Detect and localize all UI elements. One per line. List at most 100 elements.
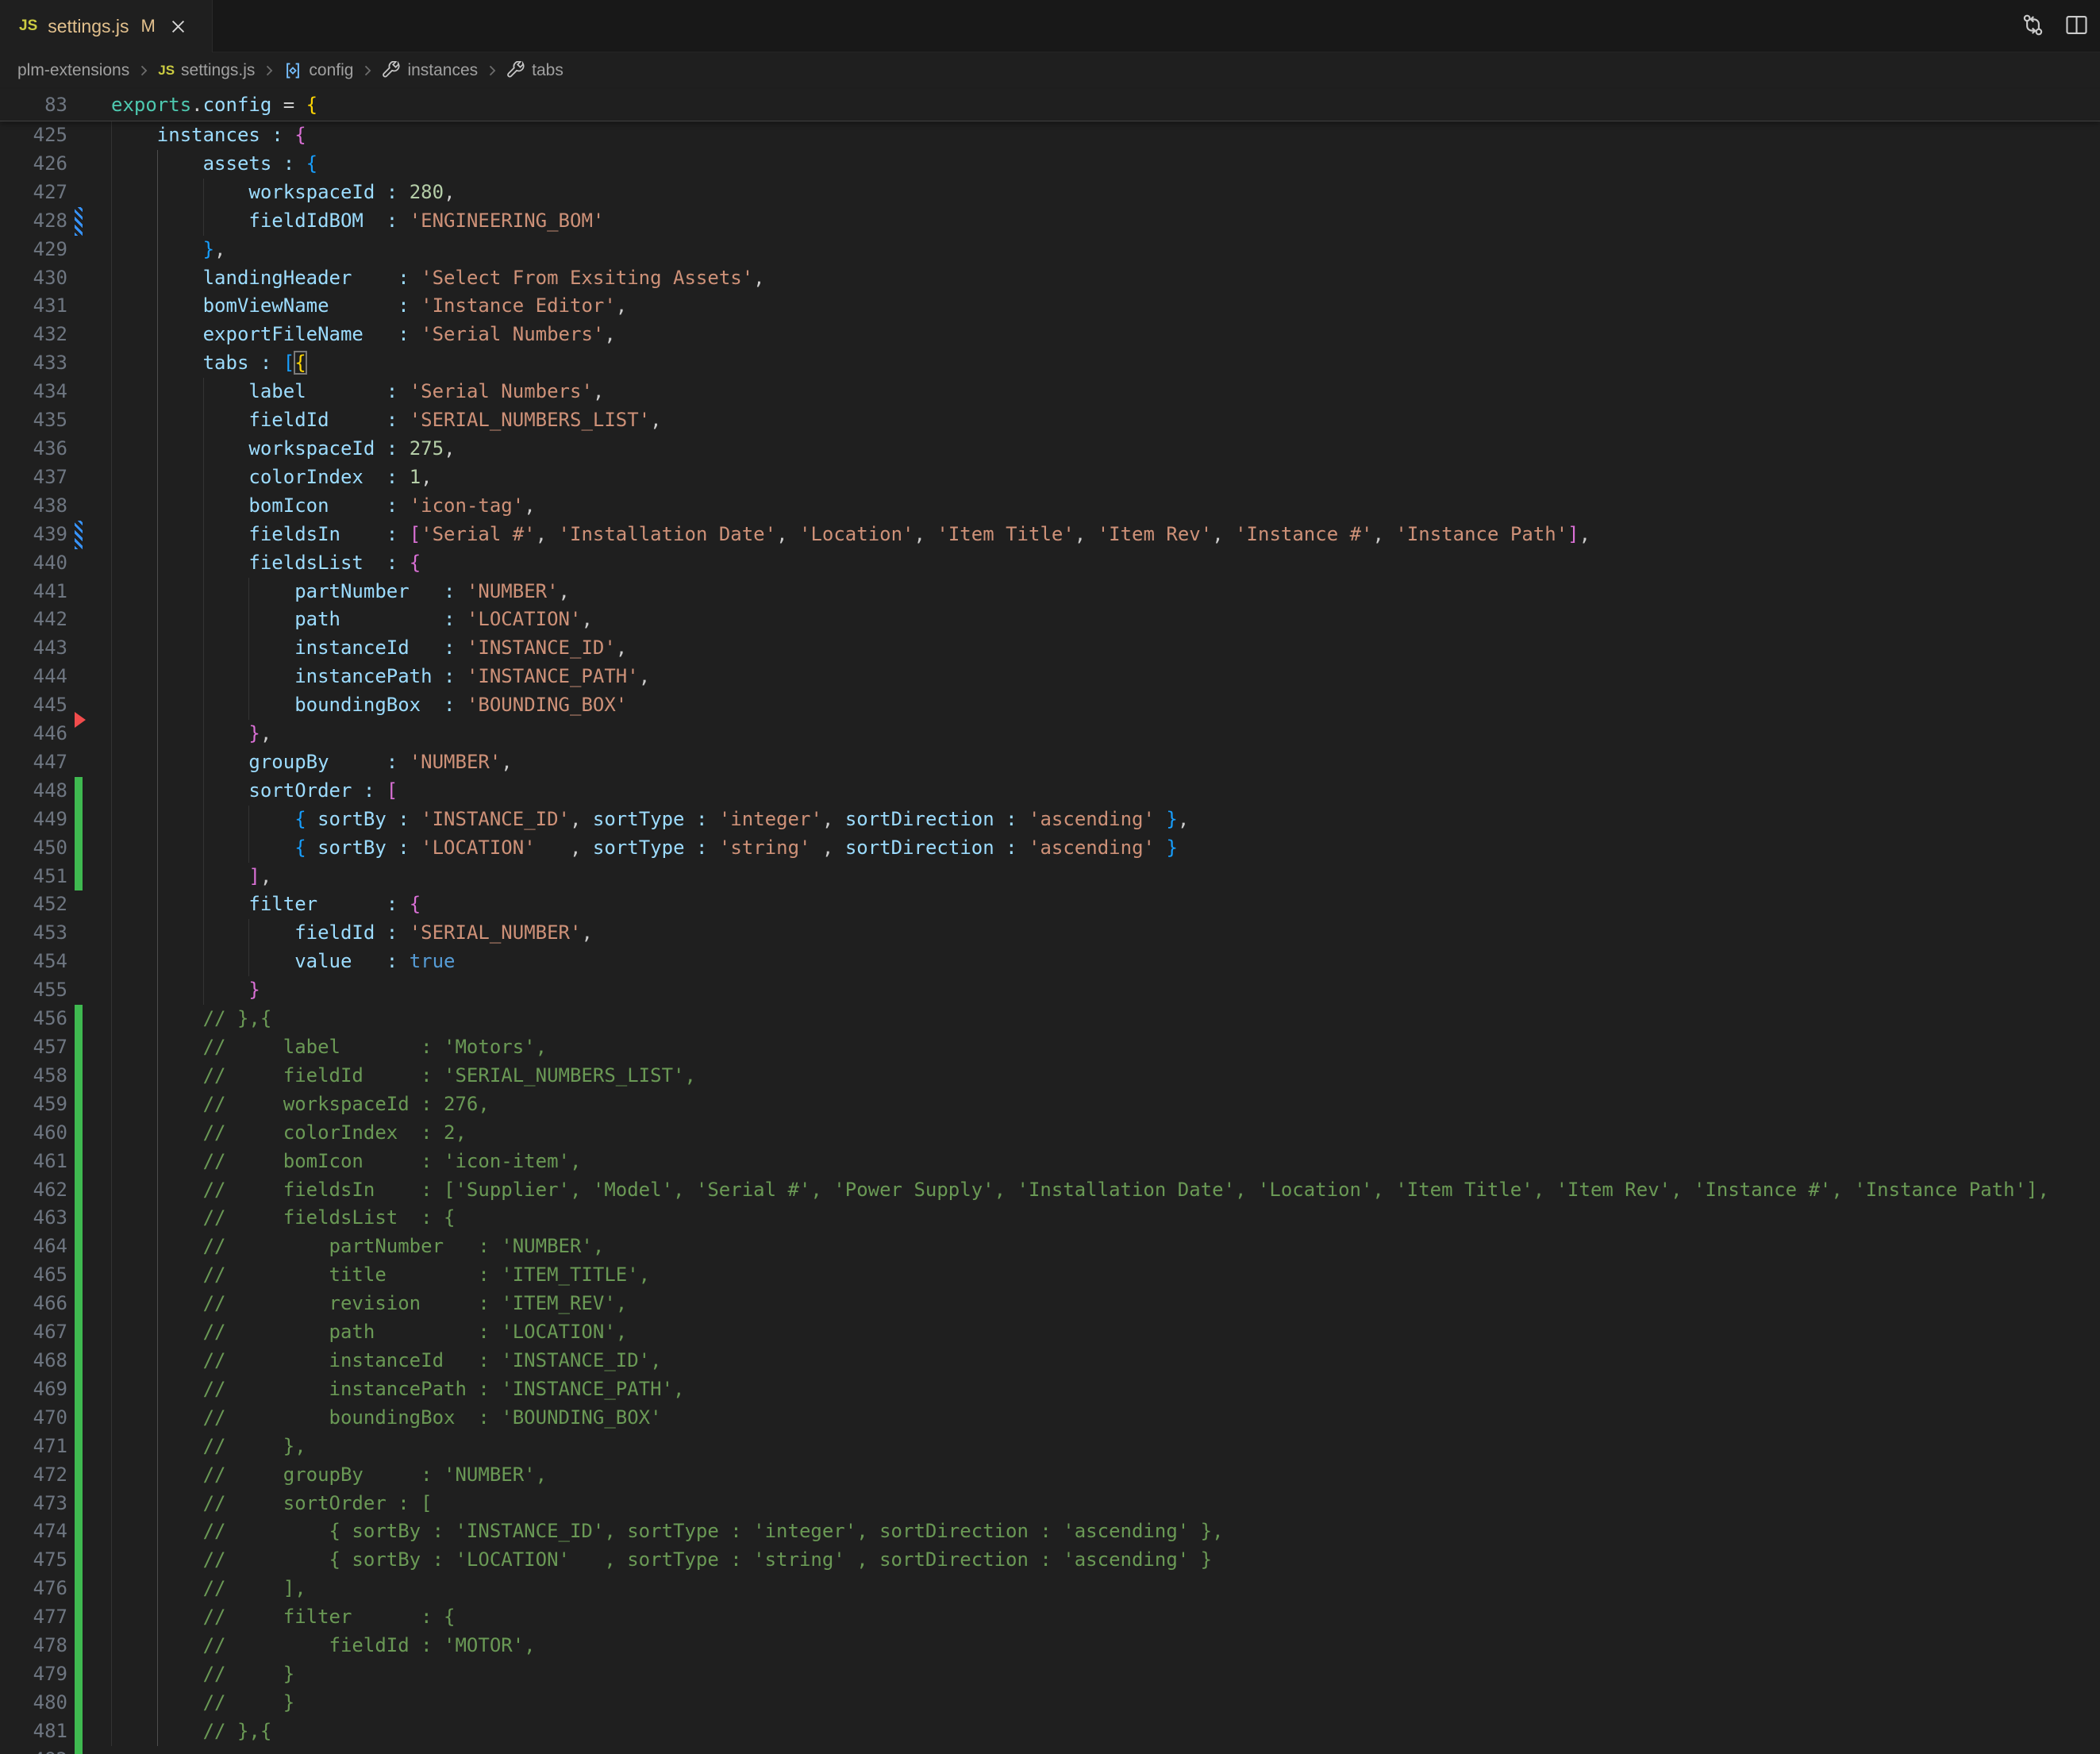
- git-gutter-added[interactable]: [75, 1546, 83, 1575]
- code-line[interactable]: 474 // { sortBy : 'INSTANCE_ID', sortTyp…: [0, 1517, 2100, 1546]
- code-line[interactable]: 478 // fieldId : 'MOTOR',: [0, 1632, 2100, 1660]
- code-line[interactable]: 472 // groupBy : 'NUMBER',: [0, 1461, 2100, 1490]
- code-line[interactable]: 440 fieldsList : {: [0, 549, 2100, 578]
- close-icon[interactable]: [169, 17, 187, 36]
- git-gutter-added[interactable]: [75, 1433, 83, 1461]
- line-number[interactable]: 443: [0, 634, 67, 663]
- code-line[interactable]: 448 sortOrder : [: [0, 777, 2100, 806]
- code-line[interactable]: 476 // ],: [0, 1575, 2100, 1603]
- line-number[interactable]: 442: [0, 606, 67, 634]
- code-line[interactable]: 437 colorIndex : 1,: [0, 464, 2100, 492]
- code-line[interactable]: 435 fieldId : 'SERIAL_NUMBERS_LIST',: [0, 406, 2100, 435]
- code-line[interactable]: 450 { sortBy : 'LOCATION' , sortType : '…: [0, 834, 2100, 863]
- line-number[interactable]: 440: [0, 549, 67, 578]
- line-number[interactable]: 434: [0, 378, 67, 406]
- code-line[interactable]: 477 // filter : {: [0, 1603, 2100, 1632]
- line-number[interactable]: 450: [0, 834, 67, 863]
- line-number[interactable]: 431: [0, 292, 67, 321]
- line-number[interactable]: 472: [0, 1461, 67, 1490]
- code-line[interactable]: 429 },: [0, 236, 2100, 264]
- line-number[interactable]: 452: [0, 890, 67, 919]
- git-gutter-modified[interactable]: [75, 521, 83, 549]
- git-gutter-added[interactable]: [75, 1490, 83, 1518]
- line-number[interactable]: 470: [0, 1404, 67, 1433]
- sticky-scroll-line[interactable]: 83 exports.config = {: [0, 89, 2100, 121]
- line-number[interactable]: 432: [0, 321, 67, 349]
- breadcrumb-item-config[interactable]: config: [283, 61, 353, 80]
- code-line[interactable]: 470 // boundingBox : 'BOUNDING_BOX': [0, 1404, 2100, 1433]
- code-line[interactable]: 438 bomIcon : 'icon-tag',: [0, 492, 2100, 521]
- git-gutter-added[interactable]: [75, 863, 83, 891]
- code-line[interactable]: 441 partNumber : 'NUMBER',: [0, 578, 2100, 606]
- code-line[interactable]: 449 { sortBy : 'INSTANCE_ID', sortType :…: [0, 806, 2100, 834]
- git-gutter-added[interactable]: [75, 1717, 83, 1746]
- line-number[interactable]: 458: [0, 1062, 67, 1090]
- git-gutter-added[interactable]: [75, 1404, 83, 1433]
- git-gutter-added[interactable]: [75, 1062, 83, 1090]
- line-number[interactable]: 433: [0, 349, 67, 378]
- code-line[interactable]: 475 // { sortBy : 'LOCATION' , sortType …: [0, 1546, 2100, 1575]
- line-number[interactable]: 478: [0, 1632, 67, 1660]
- line-number[interactable]: 437: [0, 464, 67, 492]
- line-number[interactable]: 426: [0, 150, 67, 179]
- git-gutter-added[interactable]: [75, 1148, 83, 1176]
- git-gutter-added[interactable]: [75, 1517, 83, 1546]
- tab-settings-js[interactable]: JS settings.js M: [0, 0, 213, 52]
- code-line[interactable]: 467 // path : 'LOCATION',: [0, 1318, 2100, 1347]
- git-gutter-added[interactable]: [75, 1090, 83, 1119]
- code-line[interactable]: 425 instances : {: [0, 121, 2100, 150]
- git-gutter-added[interactable]: [75, 1204, 83, 1233]
- line-number[interactable]: 460: [0, 1119, 67, 1148]
- git-gutter-added[interactable]: [75, 1033, 83, 1062]
- git-gutter-added[interactable]: [75, 1461, 83, 1490]
- line-number[interactable]: 451: [0, 863, 67, 891]
- code-line[interactable]: 473 // sortOrder : [: [0, 1490, 2100, 1518]
- git-gutter-added[interactable]: [75, 1176, 83, 1205]
- git-gutter-added[interactable]: [75, 1119, 83, 1148]
- code-line[interactable]: 430 landingHeader : 'Select From Exsitin…: [0, 264, 2100, 293]
- line-number[interactable]: 457: [0, 1033, 67, 1062]
- git-gutter-added[interactable]: [75, 1632, 83, 1660]
- code-line[interactable]: 456 // },{: [0, 1005, 2100, 1033]
- code-line[interactable]: 447 groupBy : 'NUMBER',: [0, 748, 2100, 777]
- code-line[interactable]: 434 label : 'Serial Numbers',: [0, 378, 2100, 406]
- code-line[interactable]: 445 boundingBox : 'BOUNDING_BOX': [0, 691, 2100, 720]
- code-line[interactable]: 469 // instancePath : 'INSTANCE_PATH',: [0, 1375, 2100, 1404]
- code-line[interactable]: 464 // partNumber : 'NUMBER',: [0, 1233, 2100, 1261]
- git-gutter-added[interactable]: [75, 1660, 83, 1689]
- line-number[interactable]: 446: [0, 720, 67, 748]
- code-editor[interactable]: 425 instances : {426 assets : {427 works…: [0, 121, 2100, 1754]
- line-number[interactable]: 428: [0, 207, 67, 236]
- code-line[interactable]: 463 // fieldsList : {: [0, 1204, 2100, 1233]
- code-line[interactable]: 471 // },: [0, 1433, 2100, 1461]
- code-line[interactable]: 446 },: [0, 720, 2100, 748]
- code-line[interactable]: 461 // bomIcon : 'icon-item',: [0, 1148, 2100, 1176]
- code-line[interactable]: 432 exportFileName : 'Serial Numbers',: [0, 321, 2100, 349]
- code-line[interactable]: 459 // workspaceId : 276,: [0, 1090, 2100, 1119]
- line-number[interactable]: 468: [0, 1347, 67, 1375]
- code-line[interactable]: 460 // colorIndex : 2,: [0, 1119, 2100, 1148]
- line-number[interactable]: 459: [0, 1090, 67, 1119]
- open-changes-icon[interactable]: [2021, 13, 2045, 37]
- git-gutter-added[interactable]: [75, 1375, 83, 1404]
- code-line[interactable]: 457 // label : 'Motors',: [0, 1033, 2100, 1062]
- git-gutter-added[interactable]: [75, 806, 83, 834]
- code-line[interactable]: 428 fieldIdBOM : 'ENGINEERING_BOM': [0, 207, 2100, 236]
- line-number[interactable]: 476: [0, 1575, 67, 1603]
- code-line[interactable]: 466 // revision : 'ITEM_REV',: [0, 1290, 2100, 1318]
- code-line[interactable]: 465 // title : 'ITEM_TITLE',: [0, 1261, 2100, 1290]
- git-gutter-modified[interactable]: [75, 207, 83, 236]
- code-line[interactable]: 451 ],: [0, 863, 2100, 891]
- line-number[interactable]: 480: [0, 1689, 67, 1717]
- git-gutter-added[interactable]: [75, 1603, 83, 1632]
- line-number[interactable]: 479: [0, 1660, 67, 1689]
- code-line[interactable]: 455 }: [0, 976, 2100, 1005]
- git-gutter-added[interactable]: [75, 777, 83, 806]
- code-line[interactable]: 427 workspaceId : 280,: [0, 179, 2100, 207]
- git-gutter-added[interactable]: [75, 1290, 83, 1318]
- code-line[interactable]: 481 // },{: [0, 1717, 2100, 1746]
- line-number[interactable]: 427: [0, 179, 67, 207]
- line-number[interactable]: 456: [0, 1005, 67, 1033]
- line-number[interactable]: 461: [0, 1148, 67, 1176]
- line-number[interactable]: 438: [0, 492, 67, 521]
